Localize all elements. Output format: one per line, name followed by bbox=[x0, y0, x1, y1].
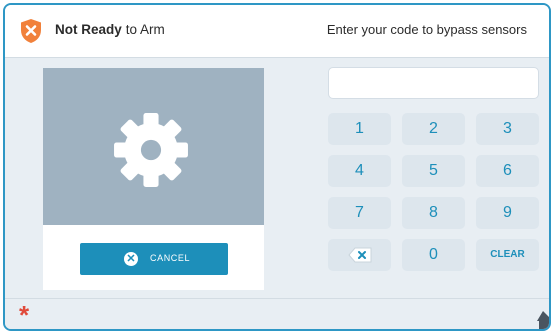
footer-bar: * bbox=[5, 298, 549, 329]
warning-shield-icon bbox=[21, 19, 41, 43]
cancel-label: CANCEL bbox=[150, 253, 191, 263]
key-4[interactable]: 4 bbox=[328, 155, 391, 187]
header-bar: Not Ready to Arm Enter your code to bypas… bbox=[5, 5, 549, 58]
key-3[interactable]: 3 bbox=[476, 113, 539, 145]
key-6[interactable]: 6 bbox=[476, 155, 539, 187]
panel-frame: Not Ready to Arm Enter your code to bypas… bbox=[3, 3, 551, 331]
key-9[interactable]: 9 bbox=[476, 197, 539, 229]
key-7[interactable]: 7 bbox=[328, 197, 391, 229]
emergency-asterisk-icon[interactable]: * bbox=[19, 300, 29, 329]
key-8[interactable]: 8 bbox=[402, 197, 465, 229]
close-circle-icon: ✕ bbox=[124, 252, 138, 266]
code-input[interactable] bbox=[328, 67, 539, 99]
bypass-prompt: Enter your code to bypass sensors bbox=[326, 22, 527, 37]
arm-status-bold: Not Ready bbox=[55, 22, 122, 37]
camera-panel: ✕ CANCEL bbox=[43, 68, 264, 290]
gear-icon bbox=[114, 113, 188, 187]
key-2[interactable]: 2 bbox=[402, 113, 465, 145]
home-icon[interactable] bbox=[535, 311, 549, 329]
arm-status-rest: to Arm bbox=[125, 22, 165, 37]
key-0[interactable]: 0 bbox=[402, 239, 465, 271]
backspace-button[interactable] bbox=[328, 239, 391, 271]
arm-status: Not Ready to Arm bbox=[55, 22, 165, 37]
cancel-button[interactable]: ✕ CANCEL bbox=[80, 243, 228, 275]
clear-button[interactable]: CLEAR bbox=[476, 239, 539, 271]
key-5[interactable]: 5 bbox=[402, 155, 465, 187]
backspace-icon bbox=[348, 247, 372, 263]
key-1[interactable]: 1 bbox=[328, 113, 391, 145]
camera-preview bbox=[43, 68, 264, 225]
